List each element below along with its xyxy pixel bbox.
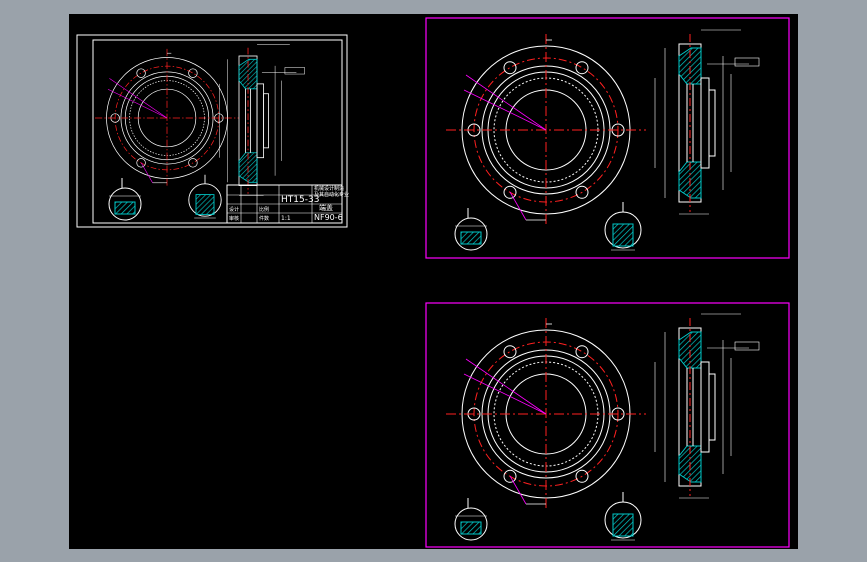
detail-view-b [604,491,642,541]
cad-drawing: HT15-33 机械设计制造 及其自动化专业 端盖 NF90-6 1:1 设计 … [76,17,790,548]
detail-view-a [454,207,488,251]
drawing-canvas[interactable]: HT15-33 机械设计制造 及其自动化专业 端盖 NF90-6 1:1 设计 … [69,14,798,549]
org-line-2: 及其自动化专业 [314,191,349,198]
row-label-qty: 件数 [259,215,269,222]
section-view [654,29,760,215]
sheet-top-right-frame [425,17,790,259]
detail-view-b [188,174,222,219]
title-block: HT15-33 机械设计制造 及其自动化专业 端盖 NF90-6 1:1 设计 … [226,184,349,224]
scale-value: 1:1 [281,215,291,222]
section-view [654,313,760,499]
row-label-review: 审核 [229,215,239,222]
part-name: 端盖 [319,203,333,212]
sheet-top-right[interactable] [425,17,790,259]
section-view [218,44,306,196]
sheet-bottom-right[interactable] [425,302,790,548]
drawing-number: NF90-6 [314,213,343,222]
detail-view-a [108,177,142,221]
row-label-ratio: 比例 [259,206,269,213]
sheet-left[interactable]: HT15-33 机械设计制造 及其自动化专业 端盖 NF90-6 1:1 设计 … [76,34,349,228]
front-view [445,317,647,511]
front-view [94,48,240,188]
detail-view-b [604,201,642,251]
detail-view-a [454,497,488,541]
front-view [445,33,647,227]
row-label-design: 设计 [229,206,239,213]
org-line-1: 机械设计制造 [314,185,344,192]
